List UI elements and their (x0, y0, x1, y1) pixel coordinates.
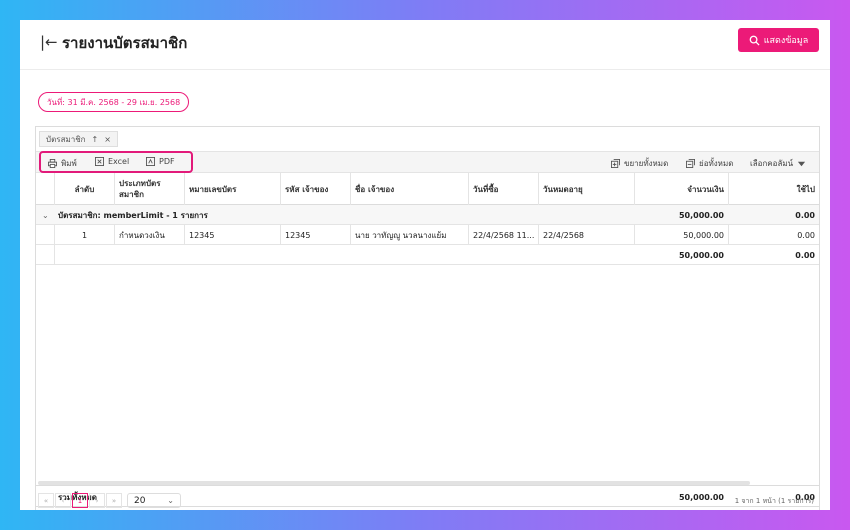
prev-page-button[interactable]: ‹ (55, 493, 71, 508)
group-by-chip[interactable]: บัตรสมาชิก ↑ × (39, 131, 118, 147)
show-data-label: แสดงข้อมูล (763, 36, 809, 46)
choose-columns-label: เลือกคอลัมน์ (750, 159, 794, 168)
col-header-card-no[interactable]: หมายเลขบัตร (184, 173, 280, 205)
expand-icon (611, 159, 620, 168)
print-button[interactable]: พิมพ์ (48, 157, 77, 170)
expand-all-button[interactable]: ขยายทั้งหมด (611, 157, 668, 170)
caret-down-icon (797, 161, 806, 167)
pdf-icon (146, 157, 155, 166)
group-by-label: บัตรสมาชิก (46, 134, 86, 144)
subtotal-row: 50,000.00 0.00 (36, 245, 819, 265)
show-data-button[interactable]: แสดงข้อมูล (738, 28, 819, 52)
collapse-all-label: ย่อทั้งหมด (699, 159, 734, 168)
col-header-no[interactable]: ลำดับ (54, 173, 114, 205)
cell-owner-name: นาย วาทัญญู นวลนางแย้ม (350, 225, 468, 245)
remove-group-icon[interactable]: × (104, 135, 111, 144)
page-title: รายงานบัตรสมาชิก (62, 34, 188, 52)
group-used: 0.00 (795, 210, 815, 220)
col-header-type[interactable]: ประเภทบัตร สมาชิก (114, 173, 184, 205)
group-amount: 50,000.00 (678, 210, 724, 220)
page-size-select[interactable]: 20 ⌄ (127, 493, 181, 508)
subtotal-spacer (54, 245, 634, 265)
chevron-down-icon[interactable]: ⌄ (38, 205, 52, 225)
table-header: ลำดับ ประเภทบัตร สมาชิก หมายเลขบัตร รหัส… (36, 173, 819, 205)
back-icon[interactable]: |← (40, 33, 58, 51)
col-header-used[interactable]: ใช้ไป (728, 173, 819, 205)
cell-owner-code: 12345 (280, 225, 350, 245)
report-grid: บัตรสมาชิก ↑ × พิมพ์ Excel PDF ขยายทั้งห… (35, 126, 820, 510)
header-spacer (36, 173, 54, 205)
expand-all-label: ขยายทั้งหมด (624, 159, 669, 168)
pdf-button[interactable]: PDF (146, 157, 175, 166)
excel-icon (95, 157, 104, 166)
search-icon (749, 35, 760, 46)
group-label: บัตรสมาชิก: memberLimit - 1 รายการ (58, 210, 208, 220)
print-label: พิมพ์ (61, 159, 77, 168)
col-header-expire-date[interactable]: วันหมดอายุ (538, 173, 634, 205)
cell-amount: 50,000.00 (634, 225, 728, 245)
date-range-chip[interactable]: วันที่: 31 มี.ค. 2568 - 29 เม.ย. 2568 (38, 92, 190, 112)
excel-button[interactable]: Excel (95, 157, 129, 166)
chevron-down-icon: ⌄ (167, 496, 174, 505)
first-page-button[interactable]: « (38, 493, 54, 508)
report-window: |← รายงานบัตรสมาชิก แสดงข้อมูล วันที่: 3… (20, 20, 830, 510)
page-header: |← รายงานบัตรสมาชิก แสดงข้อมูล (20, 20, 830, 70)
next-page-button[interactable]: › (89, 493, 105, 508)
sort-asc-icon[interactable]: ↑ (92, 135, 99, 144)
cell-expire-date: 22/4/2568 (538, 225, 634, 245)
cell-no: 1 (54, 225, 114, 245)
group-row[interactable]: ⌄ บัตรสมาชิก: memberLimit - 1 รายการ 50,… (36, 205, 819, 225)
col-header-owner-code[interactable]: รหัส เจ้าของ (280, 173, 350, 205)
collapse-icon (686, 159, 695, 168)
cell-type: กำหนดวงเงิน (114, 225, 184, 245)
printer-icon (48, 159, 57, 168)
page-size-value: 20 (134, 495, 146, 506)
col-header-buy-date[interactable]: วันที่ซื้อ (468, 173, 538, 205)
pdf-label: PDF (159, 157, 175, 166)
page-1-button[interactable]: 1 (72, 493, 88, 508)
page-info: 1 จาก 1 หน้า (1 รายการ) (734, 497, 814, 505)
total-amount: 50,000.00 (678, 492, 724, 502)
grid-toolbar: พิมพ์ Excel PDF ขยายทั้งหมด ย่อทั้งหมด เ… (36, 151, 819, 173)
choose-columns-button[interactable]: เลือกคอลัมน์ (750, 157, 806, 170)
col-header-amount[interactable]: จำนวนเงิน (634, 173, 728, 205)
subtotal-used: 0.00 (795, 250, 815, 260)
table-row[interactable]: 1 กำหนดวงเงิน 12345 12345 นาย วาทัญญู นว… (36, 225, 819, 245)
collapse-all-button[interactable]: ย่อทั้งหมด (686, 157, 733, 170)
cell-card-no: 12345 (184, 225, 280, 245)
last-page-button[interactable]: » (106, 493, 122, 508)
col-header-owner-name[interactable]: ชื่อ เจ้าของ (350, 173, 468, 205)
subtotal-amount: 50,000.00 (678, 250, 724, 260)
cell-used: 0.00 (728, 225, 819, 245)
cell-buy-date: 22/4/2568 11... (468, 225, 538, 245)
excel-label: Excel (108, 157, 130, 166)
